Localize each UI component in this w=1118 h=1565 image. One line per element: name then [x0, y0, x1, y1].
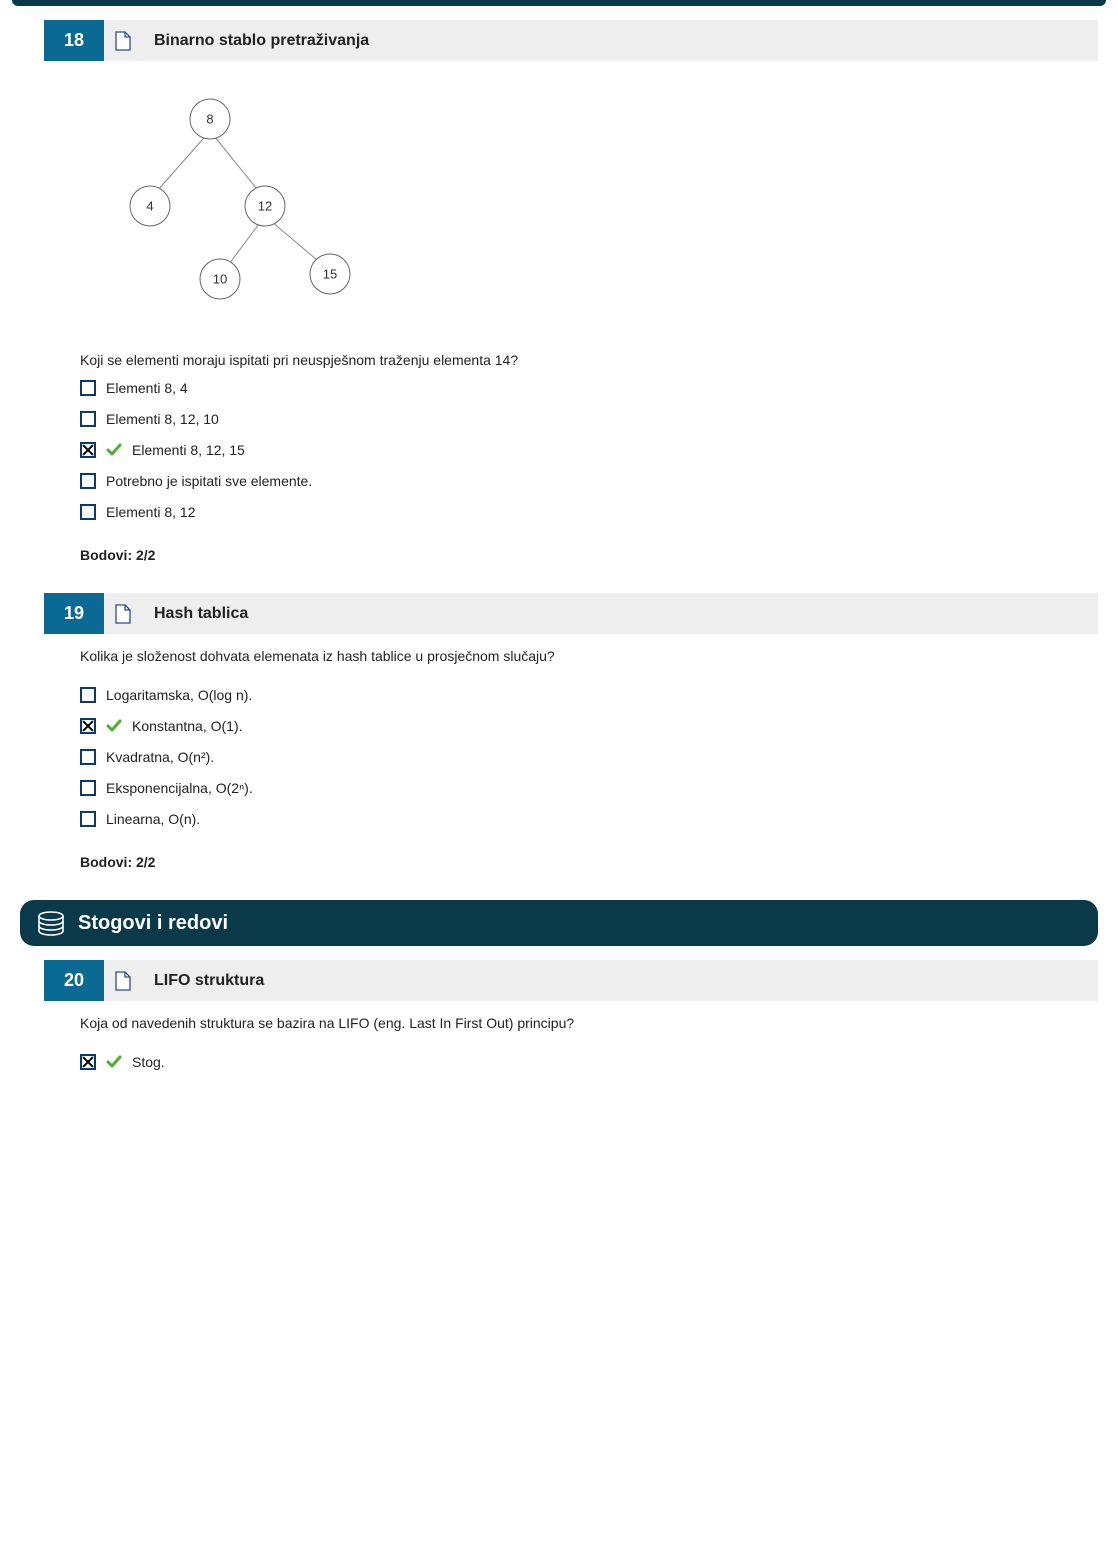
tree-diagram: 8 4 12 10 15	[80, 73, 400, 322]
checkbox-icon[interactable]	[80, 780, 96, 796]
option-row[interactable]: Elementi 8, 4	[80, 378, 1098, 399]
option-text: Elementi 8, 12, 10	[106, 409, 219, 430]
question-body-18: 8 4 12 10 15 Koji se elementi moraju isp…	[80, 73, 1098, 563]
option-text: Eksponencijalna, O(2ⁿ).	[106, 778, 253, 799]
correct-tick-icon	[106, 1054, 122, 1070]
option-text: Elementi 8, 4	[106, 378, 188, 399]
option-text: Stog.	[132, 1052, 165, 1073]
question-number: 19	[44, 593, 104, 634]
tree-node: 4	[146, 198, 153, 213]
checkbox-icon[interactable]	[80, 411, 96, 427]
top-strip	[12, 0, 1106, 6]
option-row[interactable]: Elementi 8, 12, 15	[80, 440, 1098, 461]
options-list: Stog.	[80, 1052, 1098, 1073]
tree-node: 15	[323, 266, 337, 281]
option-row[interactable]: Eksponencijalna, O(2ⁿ).	[80, 778, 1098, 799]
checkbox-icon[interactable]	[80, 473, 96, 489]
checkbox-icon[interactable]	[80, 504, 96, 520]
option-row[interactable]: Logaritamska, O(log n).	[80, 685, 1098, 706]
question-title: LIFO struktura	[142, 960, 276, 1001]
option-text: Logaritamska, O(log n).	[106, 685, 252, 706]
checkbox-checked-icon[interactable]	[80, 1054, 96, 1070]
question-stem: Kolika je složenost dohvata elemenata iz…	[80, 646, 1098, 667]
question-bar-18: 18 Binarno stablo pretraživanja	[44, 20, 1098, 61]
question-title: Hash tablica	[142, 593, 260, 634]
option-text: Elementi 8, 12	[106, 502, 196, 523]
checkbox-checked-icon[interactable]	[80, 442, 96, 458]
points-label: Bodovi: 2/2	[80, 854, 1098, 870]
question-bar-19: 19 Hash tablica	[44, 593, 1098, 634]
option-row[interactable]: Konstantna, O(1).	[80, 716, 1098, 737]
checkbox-icon[interactable]	[80, 380, 96, 396]
stack-book-icon	[36, 910, 66, 936]
checkbox-icon[interactable]	[80, 749, 96, 765]
question-number: 20	[44, 960, 104, 1001]
tree-node: 10	[213, 271, 227, 286]
correct-tick-icon	[106, 718, 122, 734]
option-text: Kvadratna, O(n²).	[106, 747, 214, 768]
section-header: Stogovi i redovi	[20, 900, 1098, 946]
document-icon	[104, 960, 142, 1001]
question-stem: Koja od navedenih struktura se bazira na…	[80, 1013, 1098, 1034]
question-body-20: Koja od navedenih struktura se bazira na…	[80, 1013, 1098, 1073]
option-row[interactable]: Elementi 8, 12, 10	[80, 409, 1098, 430]
option-row[interactable]: Kvadratna, O(n²).	[80, 747, 1098, 768]
section-title: Stogovi i redovi	[78, 912, 228, 935]
option-row[interactable]: Elementi 8, 12	[80, 502, 1098, 523]
option-row[interactable]: Potrebno je ispitati sve elemente.	[80, 471, 1098, 492]
correct-tick-icon	[106, 442, 122, 458]
question-number: 18	[44, 20, 104, 61]
option-row[interactable]: Stog.	[80, 1052, 1098, 1073]
document-icon	[104, 593, 142, 634]
option-text: Konstantna, O(1).	[132, 716, 243, 737]
option-text: Potrebno je ispitati sve elemente.	[106, 471, 312, 492]
tree-node: 8	[206, 111, 213, 126]
question-stem: Koji se elementi moraju ispitati pri neu…	[80, 352, 1098, 368]
checkbox-icon[interactable]	[80, 687, 96, 703]
option-row[interactable]: Linearna, O(n).	[80, 809, 1098, 830]
question-body-19: Kolika je složenost dohvata elemenata iz…	[80, 646, 1098, 870]
question-title: Binarno stablo pretraživanja	[142, 20, 381, 61]
options-list: Elementi 8, 4 Elementi 8, 12, 10 Element…	[80, 378, 1098, 523]
options-list: Logaritamska, O(log n). Konstantna, O(1)…	[80, 685, 1098, 830]
question-bar-20: 20 LIFO struktura	[44, 960, 1098, 1001]
option-text: Linearna, O(n).	[106, 809, 200, 830]
checkbox-checked-icon[interactable]	[80, 718, 96, 734]
points-label: Bodovi: 2/2	[80, 547, 1098, 563]
tree-node: 12	[258, 198, 272, 213]
checkbox-icon[interactable]	[80, 811, 96, 827]
document-icon	[104, 20, 142, 61]
option-text: Elementi 8, 12, 15	[132, 440, 245, 461]
